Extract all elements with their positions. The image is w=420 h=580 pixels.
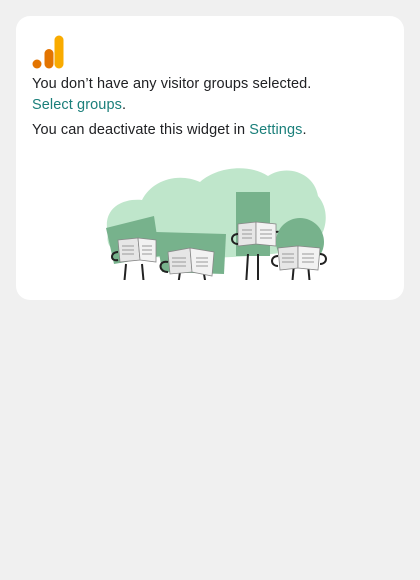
- settings-suffix: .: [302, 122, 307, 138]
- analytics-logo-icon: [32, 35, 64, 69]
- visitor-groups-widget-card: You don’t have any visitor groups select…: [16, 16, 404, 300]
- reader-character-2: [156, 232, 226, 280]
- deactivate-hint-line: You can deactivate this widget in Settin…: [32, 122, 307, 138]
- settings-link[interactable]: Settings: [249, 122, 302, 138]
- select-groups-suffix: .: [121, 97, 127, 113]
- no-groups-message: You don’t have any visitor groups select…: [32, 76, 312, 92]
- select-groups-line: Select groups.: [32, 97, 126, 113]
- people-reading-newspapers-illustration: [106, 168, 327, 280]
- select-groups-link[interactable]: Select groups: [32, 97, 122, 113]
- deactivate-hint-text: You can deactivate this widget in: [32, 122, 250, 138]
